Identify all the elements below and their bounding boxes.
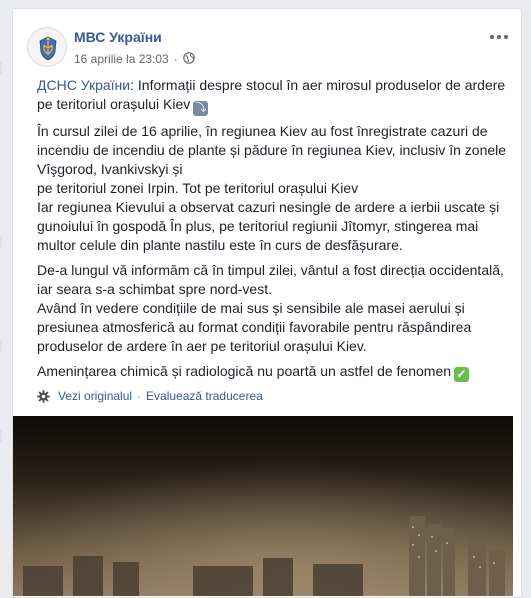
post-paragraph-1: ДСНС України: Informații despre stocul î…: [37, 76, 511, 116]
feed-notch: [0, 430, 2, 442]
paragraph-line: Iar regiunea Kievului a observat cazuri …: [37, 199, 500, 253]
post-meta: 16 aprilie la 23:03 ·: [74, 51, 195, 67]
police-emblem-icon: [29, 29, 66, 66]
post-photo[interactable]: [13, 416, 513, 596]
page-avatar[interactable]: [27, 27, 67, 67]
post-timestamp[interactable]: 16 aprilie la 23:03: [74, 52, 169, 66]
globe-icon[interactable]: [182, 51, 195, 67]
translation-bar: Vezi originalul · Evaluează traducerea: [37, 388, 263, 404]
check-mark-icon: ✓: [454, 367, 470, 382]
gear-icon[interactable]: [37, 389, 50, 403]
repeat-arrow-icon: ⤵: [193, 101, 209, 116]
more-options-button[interactable]: [487, 27, 511, 47]
post-paragraph-4: Amenințarea chimică și radiologică nu po…: [37, 362, 511, 382]
post-paragraph-2: În cursul zilei de 16 aprilie, în regiun…: [37, 122, 511, 255]
post-text: ДСНС України: Informații despre stocul î…: [37, 76, 511, 388]
meta-separator: ·: [173, 52, 178, 66]
feed-notch: [0, 340, 2, 352]
feed-notch: [0, 62, 2, 74]
rate-translation-link[interactable]: Evaluează traducerea: [146, 389, 263, 403]
feed-notch: [0, 236, 2, 248]
right-feed-edge: [523, 0, 531, 580]
post-card: МВС України 16 aprilie la 23:03 · ДСНС У…: [12, 8, 522, 598]
page-name-link[interactable]: МВС України: [74, 29, 162, 45]
translate-separator: ·: [137, 389, 142, 403]
see-original-link[interactable]: Vezi originalul: [58, 389, 132, 403]
more-options-icon: [490, 35, 508, 39]
paragraph-line: În cursul zilei de 16 aprilie, în regiun…: [37, 123, 507, 177]
left-feed-edge: [0, 0, 12, 580]
paragraph-line: De-a lungul vă informăm că în timpul zil…: [37, 262, 504, 297]
paragraph-line: Având în vedere condițiile de mai sus și…: [37, 300, 472, 354]
smoky-city-night-photo: [13, 416, 513, 596]
paragraph-line: Amenințarea chimică și radiologică nu po…: [37, 363, 452, 379]
source-page-link[interactable]: ДСНС України: [37, 77, 130, 93]
post-paragraph-3: De-a lungul vă informăm că în timpul zil…: [37, 261, 511, 356]
paragraph-line: pe teritoriul zonei Irpin. Tot pe terito…: [37, 180, 359, 196]
